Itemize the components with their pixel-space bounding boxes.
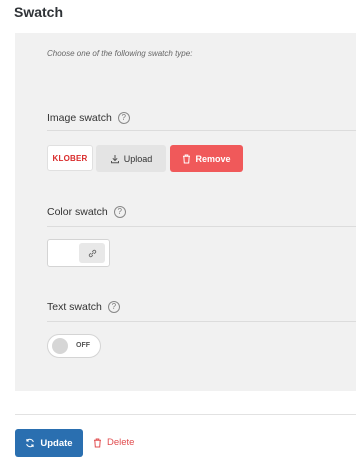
text-swatch-toggle[interactable]: OFF bbox=[47, 334, 101, 358]
upload-button[interactable]: Upload bbox=[96, 145, 166, 172]
swatch-type-hint: Choose one of the following swatch type: bbox=[47, 49, 193, 58]
text-swatch-label-row: Text swatch ? bbox=[47, 301, 120, 313]
trash-icon bbox=[183, 154, 191, 163]
help-icon[interactable]: ? bbox=[117, 112, 130, 124]
image-swatch-label: Image swatch bbox=[47, 112, 112, 124]
link-button[interactable] bbox=[79, 243, 105, 263]
update-label: Update bbox=[40, 437, 73, 449]
remove-button[interactable]: Remove bbox=[170, 145, 243, 172]
remove-label: Remove bbox=[195, 153, 231, 164]
text-swatch-label: Text swatch bbox=[47, 301, 102, 313]
image-swatch-preview[interactable]: KLOBER bbox=[47, 145, 93, 171]
toggle-knob bbox=[52, 338, 68, 354]
trash-icon bbox=[94, 438, 101, 447]
color-swatch-picker[interactable] bbox=[47, 239, 110, 267]
delete-button[interactable]: Delete bbox=[93, 437, 134, 448]
divider bbox=[47, 321, 356, 322]
divider bbox=[47, 226, 356, 227]
color-swatch-label-row: Color swatch ? bbox=[47, 206, 126, 218]
toggle-state-label: OFF bbox=[76, 342, 90, 349]
help-icon[interactable]: ? bbox=[107, 301, 120, 313]
color-swatch-label: Color swatch bbox=[47, 206, 108, 218]
delete-label: Delete bbox=[107, 437, 135, 448]
update-button[interactable]: Update bbox=[15, 429, 83, 457]
upload-label: Upload bbox=[123, 153, 153, 164]
divider bbox=[47, 130, 356, 131]
footer-divider bbox=[15, 414, 356, 415]
swatch-panel: Choose one of the following swatch type:… bbox=[15, 33, 356, 391]
brand-logo: KLOBER bbox=[52, 153, 88, 163]
upload-icon bbox=[110, 154, 119, 163]
help-icon[interactable]: ? bbox=[113, 206, 126, 218]
link-icon bbox=[88, 249, 96, 257]
section-title: Swatch bbox=[14, 4, 64, 20]
refresh-icon bbox=[26, 438, 35, 448]
image-swatch-label-row: Image swatch ? bbox=[47, 112, 130, 124]
